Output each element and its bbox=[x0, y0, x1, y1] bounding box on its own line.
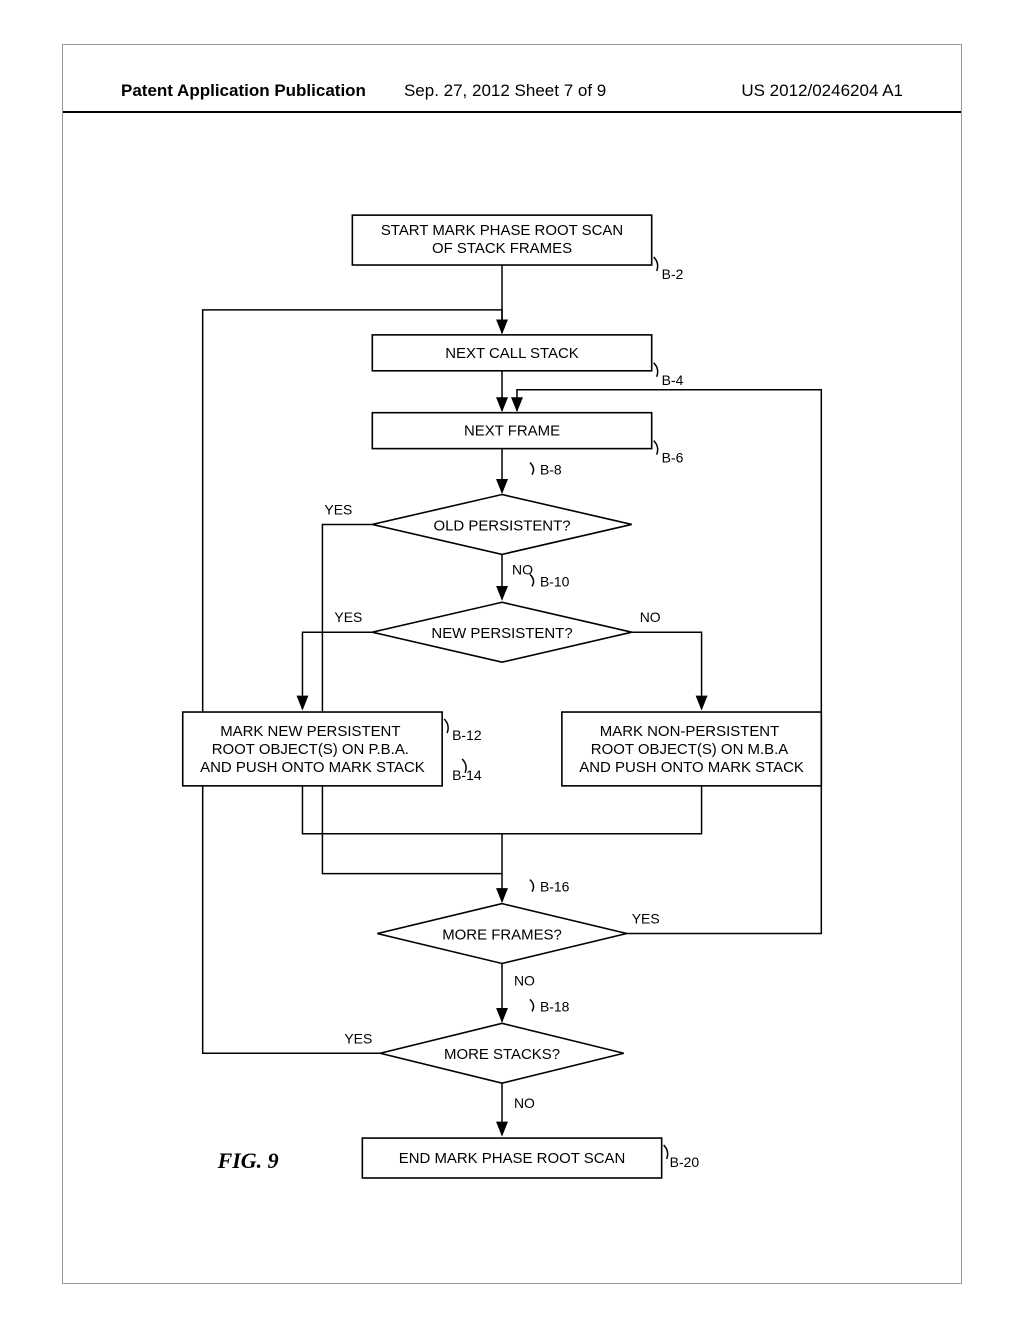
node-b14-text: MARK NON-PERSISTENT ROOT OBJECT(S) ON M.… bbox=[579, 723, 804, 776]
svg-text:B-10: B-10 bbox=[540, 573, 570, 589]
svg-text:B-8: B-8 bbox=[540, 462, 562, 478]
ref-b14: B-14 bbox=[452, 759, 482, 783]
page-header: Patent Application Publication Sep. 27, … bbox=[63, 81, 961, 113]
header-left: Patent Application Publication bbox=[121, 81, 366, 101]
ref-b4: B-4 bbox=[654, 363, 684, 388]
svg-text:B-2: B-2 bbox=[662, 266, 684, 282]
svg-text:B-16: B-16 bbox=[540, 879, 570, 895]
edge-b8-yes bbox=[322, 524, 502, 873]
svg-text:B-6: B-6 bbox=[662, 450, 684, 466]
edge-b10-yes bbox=[302, 632, 372, 709]
ref-b6: B-6 bbox=[654, 441, 684, 466]
label-b16-no: NO bbox=[514, 972, 535, 988]
label-b18-yes: YES bbox=[344, 1030, 372, 1046]
node-b6-text: NEXT FRAME bbox=[464, 423, 560, 440]
ref-b10: B-10 bbox=[530, 573, 570, 589]
header-mid: Sep. 27, 2012 Sheet 7 of 9 bbox=[404, 81, 606, 101]
node-b18-text: MORE STACKS? bbox=[444, 1046, 560, 1063]
svg-text:B-14: B-14 bbox=[452, 767, 482, 783]
node-b8-text: OLD PERSISTENT? bbox=[433, 517, 570, 534]
svg-text:B-12: B-12 bbox=[452, 727, 482, 743]
node-b20-text: END MARK PHASE ROOT SCAN bbox=[399, 1150, 626, 1167]
node-b12-text: MARK NEW PERSISTENT ROOT OBJECT(S) ON P.… bbox=[200, 723, 425, 776]
ref-b16: B-16 bbox=[530, 879, 570, 895]
label-b16-yes: YES bbox=[632, 911, 660, 927]
svg-text:B-20: B-20 bbox=[670, 1154, 700, 1170]
edge-b14-merge bbox=[502, 786, 702, 834]
label-b18-no: NO bbox=[514, 1095, 535, 1111]
figure-label: FIG. 9 bbox=[217, 1148, 279, 1173]
ref-b12: B-12 bbox=[444, 719, 482, 743]
svg-text:B-18: B-18 bbox=[540, 998, 570, 1014]
flowchart: START MARK PHASE ROOT SCANOF STACK FRAME… bbox=[63, 165, 961, 1283]
node-b10-text: NEW PERSISTENT? bbox=[431, 625, 572, 642]
node-b4-text: NEXT CALL STACK bbox=[445, 345, 579, 362]
svg-text:B-4: B-4 bbox=[662, 372, 684, 388]
edge-b12-merge bbox=[302, 786, 502, 834]
ref-b20: B-20 bbox=[664, 1145, 700, 1170]
ref-b8: B-8 bbox=[530, 462, 562, 478]
label-b8-yes: YES bbox=[324, 501, 352, 517]
flowchart-svg: START MARK PHASE ROOT SCANOF STACK FRAME… bbox=[63, 165, 961, 1283]
header-right: US 2012/0246204 A1 bbox=[741, 81, 903, 101]
edge-b10-no bbox=[632, 632, 702, 709]
loopline-b16-b6 bbox=[517, 390, 821, 934]
page-frame: Patent Application Publication Sep. 27, … bbox=[62, 44, 962, 1284]
label-b10-no: NO bbox=[640, 609, 661, 625]
label-b10-yes: YES bbox=[334, 609, 362, 625]
ref-b18: B-18 bbox=[530, 998, 570, 1014]
ref-b2: B-2 bbox=[654, 257, 684, 282]
node-b16-text: MORE FRAMES? bbox=[442, 926, 562, 943]
